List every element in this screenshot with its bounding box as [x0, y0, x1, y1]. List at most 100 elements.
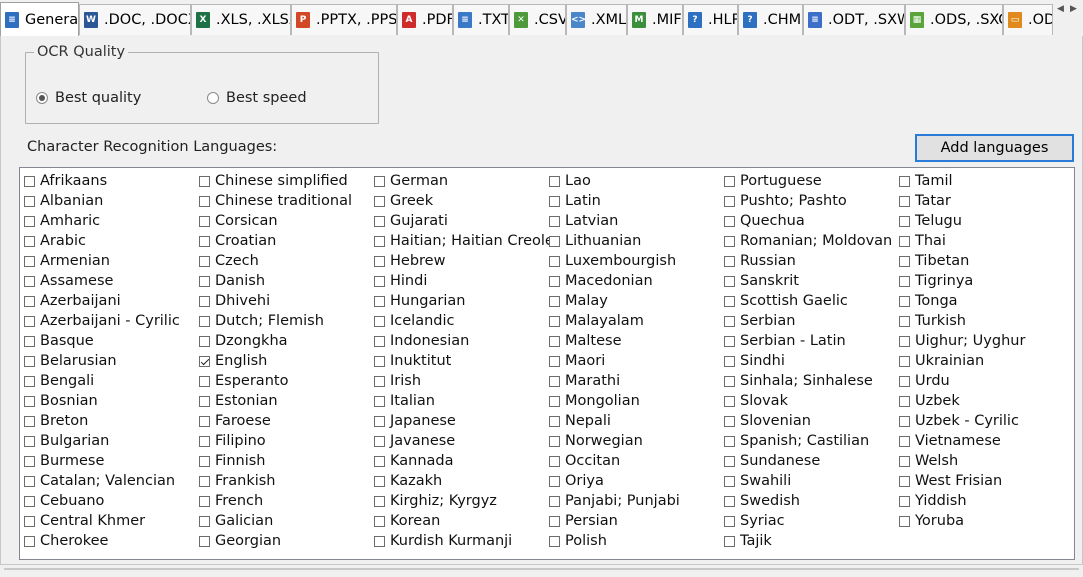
language-item[interactable]: Armenian [24, 251, 180, 271]
language-item[interactable]: Maltese [549, 331, 680, 351]
language-item[interactable]: Sundanese [724, 451, 892, 471]
language-item[interactable]: Marathi [549, 371, 680, 391]
language-checkbox[interactable] [724, 215, 735, 227]
language-checkbox[interactable] [374, 235, 385, 247]
language-checkbox[interactable] [374, 355, 385, 367]
language-item[interactable]: Lithuanian [549, 231, 680, 251]
language-checkbox[interactable] [199, 415, 210, 427]
language-item[interactable]: Turkish [899, 311, 1025, 331]
language-item[interactable]: Kannada [374, 451, 554, 471]
language-item[interactable]: Serbian [724, 311, 892, 331]
language-checkbox[interactable] [24, 535, 35, 547]
language-item[interactable]: Georgian [199, 531, 352, 551]
tab-scroll-right-icon[interactable]: ▶ [1070, 4, 1077, 14]
language-item[interactable]: Telugu [899, 211, 1025, 231]
language-item[interactable]: Inuktitut [374, 351, 554, 371]
language-checkbox[interactable] [24, 455, 35, 467]
language-checkbox[interactable] [724, 455, 735, 467]
language-checkbox[interactable] [549, 415, 560, 427]
language-item[interactable]: Serbian - Latin [724, 331, 892, 351]
language-checkbox[interactable] [549, 315, 560, 327]
language-checkbox[interactable] [374, 375, 385, 387]
language-checkbox[interactable] [899, 295, 910, 307]
language-item[interactable]: Luxembourgish [549, 251, 680, 271]
language-checkbox[interactable] [899, 435, 910, 447]
language-checkbox[interactable] [549, 515, 560, 527]
language-item[interactable]: Haitian; Haitian Creole [374, 231, 554, 251]
language-item[interactable]: French [199, 491, 352, 511]
add-languages-button[interactable]: Add languages [915, 134, 1074, 162]
language-checkbox[interactable] [549, 435, 560, 447]
radio-best-quality[interactable]: Best quality [36, 90, 141, 106]
language-checkbox[interactable] [724, 235, 735, 247]
language-item[interactable]: Tamil [899, 171, 1025, 191]
language-item[interactable]: Urdu [899, 371, 1025, 391]
language-checkbox[interactable] [899, 395, 910, 407]
language-checkbox[interactable] [199, 235, 210, 247]
language-checkbox[interactable] [199, 495, 210, 507]
language-item[interactable]: Hebrew [374, 251, 554, 271]
language-checkbox[interactable] [724, 515, 735, 527]
language-item[interactable]: Kazakh [374, 471, 554, 491]
language-checkbox[interactable] [199, 435, 210, 447]
language-checkbox[interactable] [374, 515, 385, 527]
language-item[interactable]: Uzbek [899, 391, 1025, 411]
language-item[interactable]: Catalan; Valencian [24, 471, 180, 491]
language-checkbox[interactable] [374, 535, 385, 547]
language-checkbox[interactable] [549, 255, 560, 267]
language-item[interactable]: Cherokee [24, 531, 180, 551]
language-checkbox[interactable] [899, 375, 910, 387]
language-item[interactable]: Frankish [199, 471, 352, 491]
language-item[interactable]: Swedish [724, 491, 892, 511]
language-checkbox[interactable] [374, 495, 385, 507]
language-item[interactable]: Azerbaijani [24, 291, 180, 311]
language-checkbox[interactable] [899, 415, 910, 427]
language-checkbox[interactable] [24, 195, 35, 207]
language-checkbox[interactable] [549, 275, 560, 287]
language-checkbox[interactable] [724, 275, 735, 287]
language-item[interactable]: Uzbek - Cyrilic [899, 411, 1025, 431]
language-item[interactable]: Chinese simplified [199, 171, 352, 191]
language-item[interactable]: Assamese [24, 271, 180, 291]
language-item[interactable]: Galician [199, 511, 352, 531]
language-item[interactable]: Malayalam [549, 311, 680, 331]
language-item[interactable]: Cebuano [24, 491, 180, 511]
language-item[interactable]: Corsican [199, 211, 352, 231]
language-item[interactable]: Kirghiz; Kyrgyz [374, 491, 554, 511]
language-item[interactable]: Afrikaans [24, 171, 180, 191]
language-item[interactable]: Irish [374, 371, 554, 391]
language-item[interactable]: Pushto; Pashto [724, 191, 892, 211]
language-item[interactable]: Belarusian [24, 351, 180, 371]
language-checkbox[interactable] [374, 435, 385, 447]
tab-scroll-arrows[interactable]: ◀ ▶ [1053, 0, 1083, 35]
language-item[interactable]: Yoruba [899, 511, 1025, 531]
language-checkbox[interactable] [724, 475, 735, 487]
language-item[interactable]: Sindhi [724, 351, 892, 371]
language-checkbox[interactable] [724, 415, 735, 427]
language-item[interactable]: Faroese [199, 411, 352, 431]
language-checkbox[interactable] [199, 255, 210, 267]
language-item[interactable]: Slovenian [724, 411, 892, 431]
language-checkbox[interactable] [199, 335, 210, 347]
language-checkbox[interactable] [724, 195, 735, 207]
language-checkbox[interactable] [899, 335, 910, 347]
language-checkbox[interactable] [899, 275, 910, 287]
language-item[interactable]: Occitan [549, 451, 680, 471]
language-item[interactable]: Hindi [374, 271, 554, 291]
language-checkbox[interactable] [899, 515, 910, 527]
language-item[interactable]: Amharic [24, 211, 180, 231]
language-checkbox[interactable] [724, 535, 735, 547]
language-checkbox[interactable] [374, 315, 385, 327]
language-checkbox[interactable] [724, 175, 735, 187]
language-checkbox[interactable] [549, 455, 560, 467]
tab-odp[interactable]: .OD [1003, 4, 1053, 35]
language-item[interactable]: Burmese [24, 451, 180, 471]
language-checkbox[interactable] [549, 235, 560, 247]
language-checkbox[interactable] [549, 295, 560, 307]
language-item[interactable]: Norwegian [549, 431, 680, 451]
language-checkbox[interactable] [374, 415, 385, 427]
language-checkbox[interactable] [899, 215, 910, 227]
language-item[interactable]: Tonga [899, 291, 1025, 311]
language-checkbox[interactable] [24, 175, 35, 187]
language-item[interactable]: Russian [724, 251, 892, 271]
